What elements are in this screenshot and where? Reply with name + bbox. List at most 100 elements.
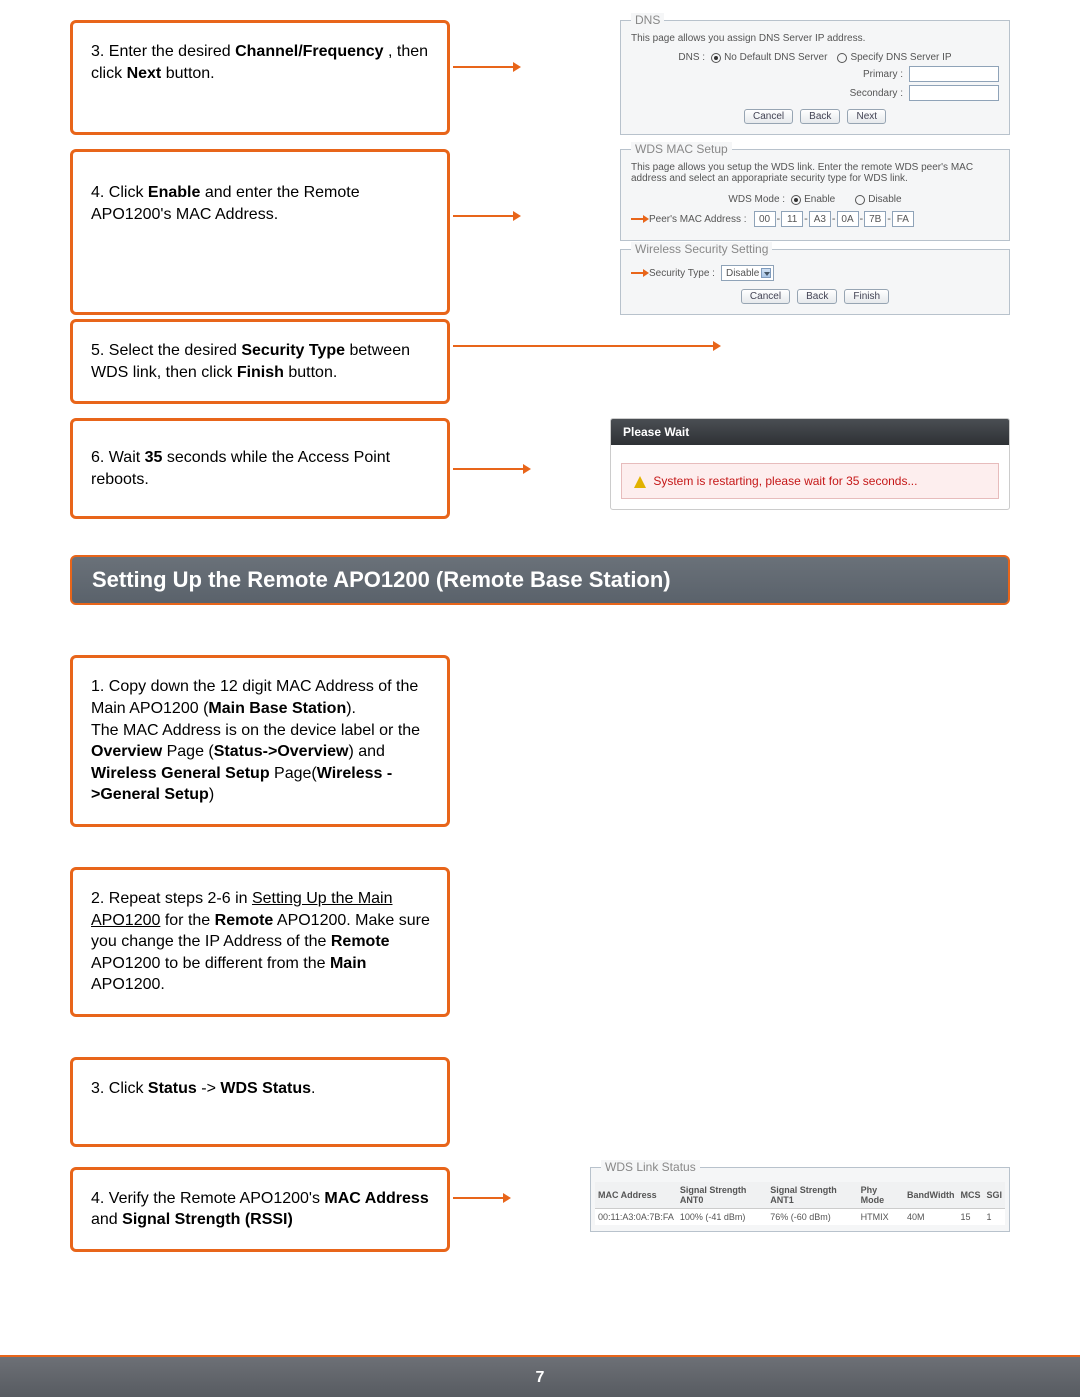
step-6-instruction: 6. Wait 35 seconds while the Access Poin…	[70, 418, 450, 519]
step-5-row: 5. Select the desired Security Type betw…	[70, 319, 1010, 404]
wds-status-table: MAC Address Signal Strength ANT0 Signal …	[595, 1182, 1005, 1225]
step-3-row: 3. Enter the desired Channel/Frequency ,…	[70, 20, 1010, 135]
text: Remote	[331, 933, 390, 950]
th: SGI	[983, 1182, 1005, 1209]
opt: Enable	[804, 194, 835, 205]
next-button[interactable]: Next	[847, 109, 886, 124]
step-4-instruction: 4. Click Enable and enter the Remote APO…	[70, 149, 450, 315]
mac-input[interactable]: 00	[754, 211, 776, 227]
text: Page (	[162, 743, 214, 760]
remote-step-4: 4. Verify the Remote APO1200's MAC Addre…	[70, 1167, 450, 1252]
th: Signal Strength ANT1	[767, 1182, 857, 1209]
text: Finish	[237, 364, 284, 381]
th: Signal Strength ANT0	[677, 1182, 767, 1209]
mac-input[interactable]: 0A	[837, 211, 859, 227]
connector-arrow	[453, 345, 713, 347]
wds-screenshot: WDS MAC Setup This page allows you setup…	[490, 149, 1010, 315]
text: 5. Select the desired	[91, 342, 241, 359]
text: Page(	[270, 765, 317, 782]
page-number: 7	[536, 1369, 545, 1386]
secondary-dns-input[interactable]	[909, 85, 999, 101]
section-header: Setting Up the Remote APO1200 (Remote Ba…	[70, 555, 1010, 605]
td: HTMIX	[858, 1208, 904, 1225]
dns-desc: This page allows you assign DNS Server I…	[631, 33, 999, 44]
remote-step-3: 3. Click Status -> WDS Status.	[70, 1057, 450, 1147]
security-type-select[interactable]: Disable	[721, 265, 774, 281]
step-6-row: 6. Wait 35 seconds while the Access Poin…	[70, 418, 1010, 519]
text: .	[311, 1080, 315, 1097]
remote-step-4-row: 4. Verify the Remote APO1200's MAC Addre…	[70, 1167, 1010, 1252]
connector-arrow	[453, 66, 513, 68]
page-footer: 7	[0, 1355, 1080, 1397]
text: 6. Wait	[91, 449, 145, 466]
mac-input[interactable]: FA	[892, 211, 914, 227]
text: Channel/Frequency	[235, 43, 383, 60]
connector-arrow	[453, 468, 523, 470]
finish-button[interactable]: Finish	[844, 289, 889, 304]
cancel-button[interactable]: Cancel	[744, 109, 793, 124]
th: Phy Mode	[858, 1182, 904, 1209]
dns-screenshot: DNS This page allows you assign DNS Serv…	[490, 20, 1010, 135]
text: WDS Status	[220, 1080, 311, 1097]
text: 4. Verify the Remote APO1200's	[91, 1190, 324, 1207]
chevron-down-icon	[761, 268, 771, 278]
wait-msg: System is restarting, please wait for 35…	[653, 474, 917, 488]
dns-label: DNS :	[678, 52, 705, 63]
radio-icon[interactable]	[711, 53, 721, 63]
text: Signal Strength (RSSI)	[122, 1211, 293, 1228]
select-value: Disable	[726, 268, 759, 279]
label: WDS Mode :	[728, 194, 785, 205]
connector-arrow	[453, 1197, 503, 1199]
text: and	[91, 1211, 122, 1228]
warning-icon	[634, 476, 646, 488]
arrow-icon	[631, 269, 649, 277]
td: 76% (-60 dBm)	[767, 1208, 857, 1225]
wait-head: Please Wait	[611, 419, 1009, 445]
text: Main Base Station	[208, 700, 346, 717]
mac-input[interactable]: A3	[809, 211, 831, 227]
text: ) and	[348, 743, 384, 760]
step-5-instruction: 5. Select the desired Security Type betw…	[70, 319, 450, 404]
label: Secondary :	[850, 88, 903, 99]
td: 00:11:A3:0A:7B:FA	[595, 1208, 677, 1225]
mac-input[interactable]: 7B	[864, 211, 886, 227]
radio-icon[interactable]	[791, 195, 801, 205]
text: 3. Enter the desired	[91, 43, 235, 60]
text: 35	[145, 449, 163, 466]
wait-screenshot: Please Wait System is restarting, please…	[490, 418, 1010, 519]
wds-status-title: WDS Link Status	[601, 1160, 700, 1174]
mac-input[interactable]: 11	[781, 211, 803, 227]
text: Security Type	[241, 342, 345, 359]
remote-step-1: 1. Copy down the 12 digit MAC Address of…	[70, 655, 450, 827]
back-button[interactable]: Back	[800, 109, 840, 124]
table-row: 00:11:A3:0A:7B:FA 100% (-41 dBm) 76% (-6…	[595, 1208, 1005, 1225]
th: MAC Address	[595, 1182, 677, 1209]
text: Overview	[91, 743, 162, 760]
label: Security Type :	[649, 268, 715, 279]
step-3-instruction: 3. Enter the desired Channel/Frequency ,…	[70, 20, 450, 135]
arrow-icon	[631, 215, 649, 223]
text: 3. Click	[91, 1080, 148, 1097]
text: Status	[148, 1080, 197, 1097]
text: MAC Address	[324, 1190, 428, 1207]
label: Peer's MAC Address :	[649, 214, 747, 225]
text: 4. Click	[91, 184, 148, 201]
td: 100% (-41 dBm)	[677, 1208, 767, 1225]
wds-desc: This page allows you setup the WDS link.…	[631, 162, 999, 184]
text: button.	[284, 364, 337, 381]
text: APO1200 to be different from the	[91, 955, 330, 972]
text: ).	[346, 700, 356, 717]
connector-arrow	[453, 215, 513, 217]
text: Next	[127, 65, 162, 82]
text: Remote	[215, 912, 274, 929]
td: 40M	[904, 1208, 957, 1225]
text: The MAC Address is on the device label o…	[91, 722, 420, 739]
primary-dns-input[interactable]	[909, 66, 999, 82]
cancel-button[interactable]: Cancel	[741, 289, 790, 304]
text: Status->Overview	[214, 743, 349, 760]
radio-icon[interactable]	[837, 53, 847, 63]
td: 1	[983, 1208, 1005, 1225]
radio-icon[interactable]	[855, 195, 865, 205]
back-button[interactable]: Back	[797, 289, 837, 304]
wds-title: WDS MAC Setup	[631, 142, 732, 156]
